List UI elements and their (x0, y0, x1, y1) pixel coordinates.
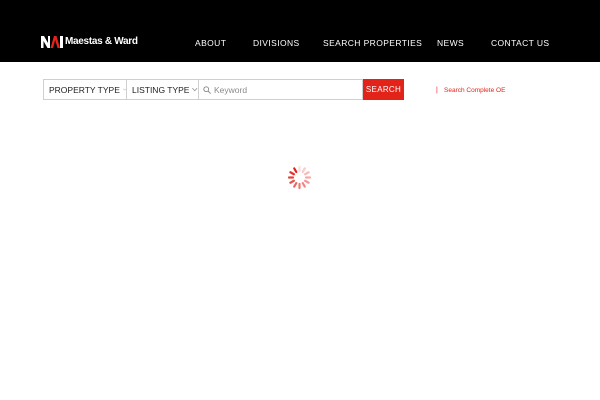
spinner-segment (293, 182, 298, 188)
nav-item-search-properties[interactable]: SEARCH PROPERTIES (323, 37, 422, 49)
spinner-segment (293, 167, 298, 173)
nav-item-about[interactable]: ABOUT (195, 37, 226, 49)
logo[interactable]: Maestas & Ward (41, 36, 138, 48)
keyword-input[interactable] (214, 84, 354, 95)
mw-logo-mark-icon (41, 36, 63, 48)
listing-type-dropdown[interactable]: LISTING TYPE (127, 79, 199, 100)
chevron-down-icon (122, 88, 126, 91)
site-header: Maestas & Ward ABOUT DIVISIONS SEARCH PR… (0, 0, 600, 62)
property-type-dropdown[interactable]: PROPERTY TYPE (43, 79, 127, 100)
property-search-bar: PROPERTY TYPE LISTING TYPE SEARCH (43, 79, 404, 100)
spinner-segment (301, 167, 306, 173)
spinner-segment (301, 182, 306, 188)
property-type-label: PROPERTY TYPE (49, 84, 120, 95)
keyword-field (199, 79, 363, 100)
search-complete-oe-link[interactable]: Search Complete OE (444, 86, 505, 95)
spinner-segment (304, 179, 310, 184)
search-button[interactable]: SEARCH (363, 79, 404, 100)
spinner-segment (304, 171, 310, 176)
search-icon (203, 85, 211, 94)
link-separator: | (436, 87, 438, 94)
chevron-down-icon (192, 87, 198, 92)
loading-spinner-icon (287, 165, 312, 190)
spinner-segment (289, 171, 295, 176)
spinner-segment (289, 179, 295, 184)
logo-text: Maestas & Ward (65, 36, 138, 47)
nav-item-divisions[interactable]: DIVISIONS (253, 37, 300, 49)
nav-item-news[interactable]: NEWS (437, 37, 464, 49)
listing-type-label: LISTING TYPE (132, 84, 190, 95)
nav-item-contact-us[interactable]: CONTACT US (491, 37, 549, 49)
